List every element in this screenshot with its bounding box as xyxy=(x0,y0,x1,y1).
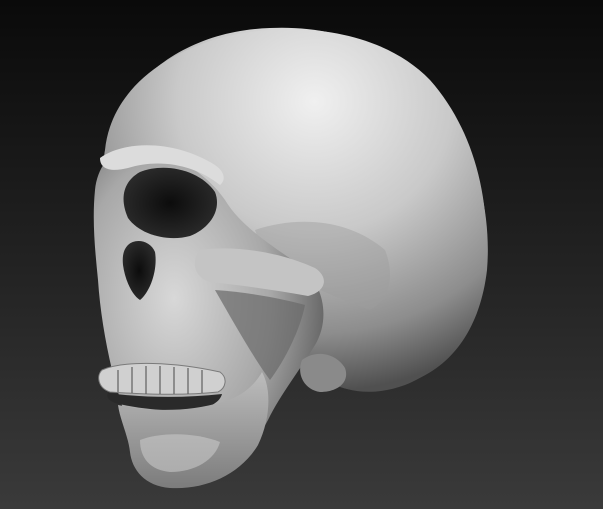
skull-render xyxy=(93,27,488,489)
sculpt-viewport[interactable] xyxy=(0,0,603,509)
